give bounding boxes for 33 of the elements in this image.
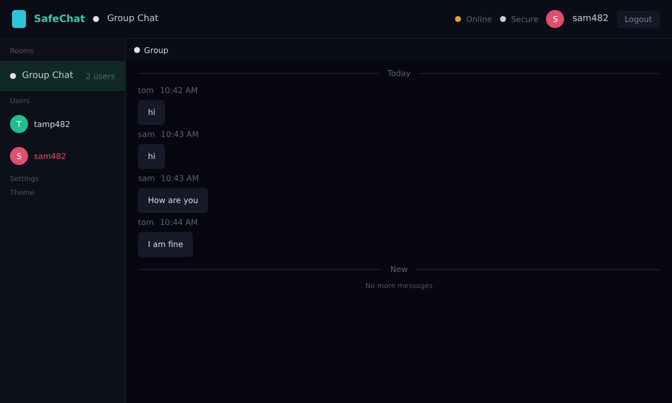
tab-dot-icon xyxy=(134,47,140,53)
message-bubble: hi xyxy=(138,100,166,125)
message-author: tom xyxy=(138,86,154,95)
message-author: sam xyxy=(138,130,155,139)
chat-tab[interactable]: Group xyxy=(134,46,168,54)
date-divider: Today xyxy=(387,69,411,78)
message-time: 10:42 AM xyxy=(160,86,198,95)
message-bubble: How are you xyxy=(138,188,208,213)
user-name: tamp482 xyxy=(34,120,70,128)
message-bubble: hi xyxy=(138,144,166,169)
status-label: Online xyxy=(466,14,492,24)
room-item[interactable]: Group Chat 2 users xyxy=(0,61,125,91)
user-avatar[interactable]: T xyxy=(10,115,28,133)
room-meta: 2 users xyxy=(86,72,115,80)
message-time: 10:44 AM xyxy=(160,218,198,227)
user-name: sam482 xyxy=(34,152,66,160)
room-title: Group Chat xyxy=(107,14,158,24)
logo-icon xyxy=(12,10,26,28)
status-label: Secure xyxy=(510,14,538,24)
status-dot-icon xyxy=(93,16,100,22)
message-time: 10:43 AM xyxy=(160,174,199,183)
logout-button[interactable]: Logout xyxy=(616,10,660,28)
user-avatar[interactable]: S xyxy=(546,10,564,28)
user-name: sam482 xyxy=(572,14,609,24)
message-bubble: I am fine xyxy=(138,232,194,257)
new-divider: New xyxy=(390,265,408,274)
brand-name[interactable]: SafeChat xyxy=(34,14,86,24)
room-dot-icon xyxy=(10,73,16,79)
message-author: sam xyxy=(138,174,155,183)
message-author: tom xyxy=(138,218,154,227)
message-time: 10:43 AM xyxy=(160,130,199,139)
room-name: Group Chat xyxy=(22,71,74,81)
user-avatar[interactable]: S xyxy=(10,147,28,165)
